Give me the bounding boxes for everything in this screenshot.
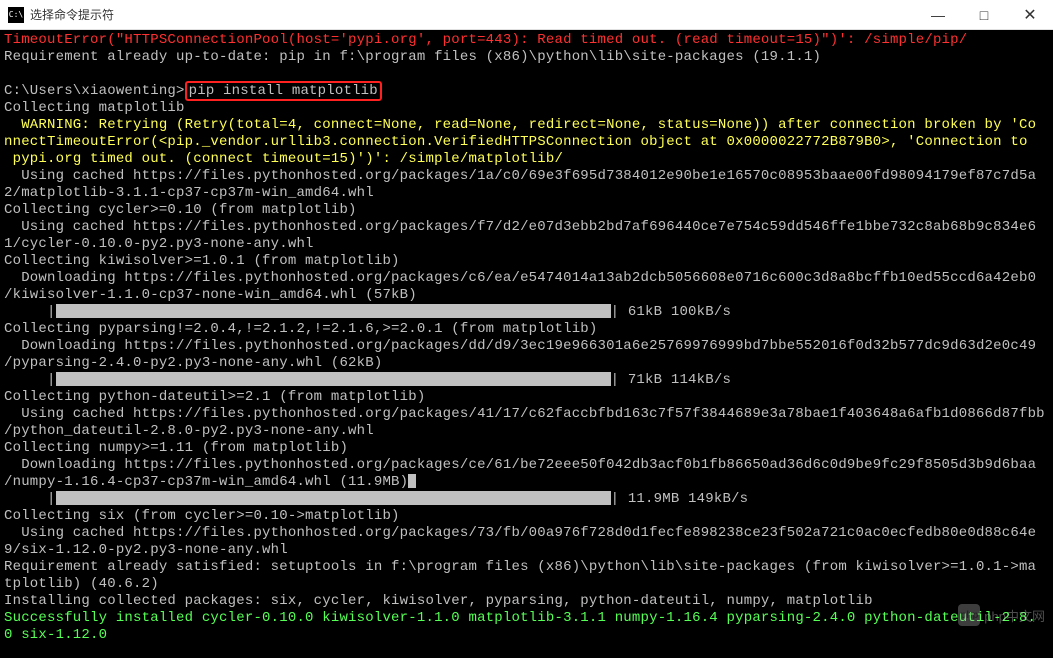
output-line: Using cached https://files.pythonhosted.… <box>4 525 1036 541</box>
output-line: Collecting six (from cycler>=0.10->matpl… <box>4 508 400 524</box>
output-line: tplotlib) (40.6.2) <box>4 576 159 592</box>
warning-line: WARNING: Retrying (Retry(total=4, connec… <box>4 117 1036 133</box>
maximize-button[interactable]: □ <box>961 0 1007 29</box>
progress-stats: 61kB 100kB/s <box>619 304 731 320</box>
success-line: 0 six-1.12.0 <box>4 627 107 643</box>
output-line: /numpy-1.16.4-cp37-cp37m-win_amd64.whl (… <box>4 474 408 490</box>
progress-bar: || 61kB 100kB/s <box>4 304 731 320</box>
output-line: Downloading https://files.pythonhosted.o… <box>4 270 1036 286</box>
output-line: 1/cycler-0.10.0-py2.py3-none-any.whl <box>4 236 314 252</box>
output-line: /python_dateutil-2.8.0-py2.py3-none-any.… <box>4 423 374 439</box>
command-highlight: pip install matplotlib <box>185 81 382 101</box>
watermark-text: php中文网 <box>984 606 1045 625</box>
output-line: Collecting matplotlib <box>4 100 185 116</box>
error-line: TimeoutError("HTTPSConnectionPool(host='… <box>4 32 967 48</box>
output-line: Downloading https://files.pythonhosted.o… <box>4 457 1036 473</box>
close-button[interactable]: ✕ <box>1007 0 1053 29</box>
terminal-output[interactable]: TimeoutError("HTTPSConnectionPool(host='… <box>0 30 1053 658</box>
cmd-icon: C:\ <box>8 7 24 23</box>
output-line: Using cached https://files.pythonhosted.… <box>4 168 1036 184</box>
output-line: Downloading https://files.pythonhosted.o… <box>4 338 1036 354</box>
warning-line: pypi.org timed out. (connect timeout=15)… <box>4 151 563 167</box>
output-line: Collecting kiwisolver>=1.0.1 (from matpl… <box>4 253 400 269</box>
output-line: 9/six-1.12.0-py2.py3-none-any.whl <box>4 542 288 558</box>
command-text: pip install matplotlib <box>189 83 378 99</box>
output-line: Requirement already satisfied: setuptool… <box>4 559 1036 575</box>
prompt: C:\Users\xiaowenting> <box>4 83 185 99</box>
output-line: Collecting pyparsing!=2.0.4,!=2.1.2,!=2.… <box>4 321 598 337</box>
output-line: Collecting python-dateutil>=2.1 (from ma… <box>4 389 425 405</box>
progress-stats: 71kB 114kB/s <box>619 372 731 388</box>
output-line: 2/matplotlib-3.1.1-cp37-cp37m-win_amd64.… <box>4 185 374 201</box>
watermark: php php中文网 <box>958 604 1045 626</box>
cursor <box>408 474 416 488</box>
window-title: 选择命令提示符 <box>30 6 915 23</box>
output-line: Installing collected packages: six, cycl… <box>4 593 873 609</box>
progress-bar: || 11.9MB 149kB/s <box>4 491 748 507</box>
watermark-logo: php <box>958 604 980 626</box>
output-line: Collecting numpy>=1.11 (from matplotlib) <box>4 440 348 456</box>
output-line: Requirement already up-to-date: pip in f… <box>4 49 821 65</box>
output-line: Using cached https://files.pythonhosted.… <box>4 406 1045 422</box>
output-line: /kiwisolver-1.1.0-cp37-none-win_amd64.wh… <box>4 287 417 303</box>
window-controls: — □ ✕ <box>915 0 1053 29</box>
minimize-button[interactable]: — <box>915 0 961 29</box>
warning-line: nnectTimeoutError(<pip._vendor.urllib3.c… <box>4 134 1028 150</box>
progress-bar: || 71kB 114kB/s <box>4 372 731 388</box>
progress-stats: 11.9MB 149kB/s <box>619 491 748 507</box>
output-line: /pyparsing-2.4.0-py2.py3-none-any.whl (6… <box>4 355 382 371</box>
success-line: Successfully installed cycler-0.10.0 kiw… <box>4 610 1036 626</box>
output-line: Collecting cycler>=0.10 (from matplotlib… <box>4 202 357 218</box>
output-line: Using cached https://files.pythonhosted.… <box>4 219 1036 235</box>
window-titlebar: C:\ 选择命令提示符 — □ ✕ <box>0 0 1053 30</box>
